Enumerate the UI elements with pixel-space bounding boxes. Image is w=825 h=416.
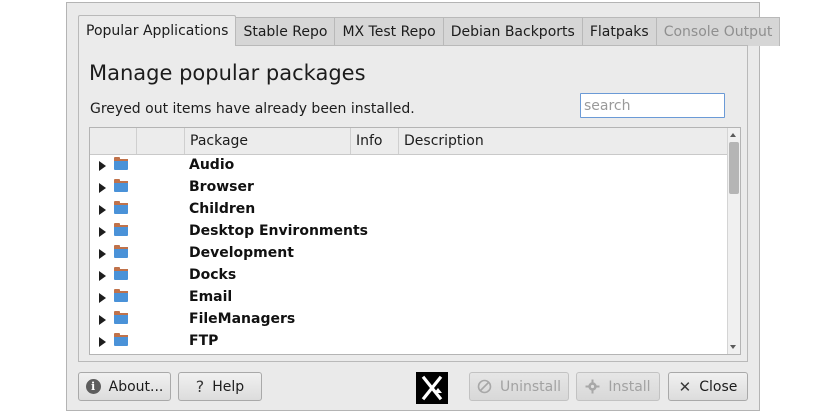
tree-row-docks[interactable]: Docks xyxy=(90,265,728,287)
folder-icon xyxy=(114,223,128,236)
folder-icon xyxy=(114,289,128,302)
help-label: Help xyxy=(212,378,245,395)
expand-arrow-icon[interactable] xyxy=(99,249,106,259)
scroll-up-icon[interactable] xyxy=(730,133,736,137)
tree-row-email[interactable]: Email xyxy=(90,287,728,309)
uninstall-icon xyxy=(477,379,492,394)
header-description[interactable]: Description xyxy=(399,128,728,154)
mx-logo-icon xyxy=(416,372,448,404)
uninstall-button[interactable]: Uninstall xyxy=(469,372,569,401)
tree-row-browser[interactable]: Browser xyxy=(90,177,728,199)
category-label: Email xyxy=(189,289,233,305)
close-label: Close xyxy=(699,378,738,395)
category-label: Audio xyxy=(189,157,235,173)
tab-flatpaks[interactable]: Flatpaks xyxy=(582,17,657,46)
vertical-scrollbar[interactable] xyxy=(727,128,740,354)
tree-row-ftp[interactable]: FTP xyxy=(90,331,728,353)
expand-arrow-icon[interactable] xyxy=(99,227,106,237)
expand-arrow-icon[interactable] xyxy=(99,161,106,171)
category-label: Desktop Environments xyxy=(189,223,368,239)
folder-icon xyxy=(114,311,128,324)
info-icon: i xyxy=(85,379,101,394)
about-label: About... xyxy=(108,378,164,395)
folder-icon xyxy=(114,245,128,258)
expand-arrow-icon[interactable] xyxy=(99,183,106,193)
category-label: Docks xyxy=(189,267,237,283)
tab-console-output: Console Output xyxy=(656,17,781,46)
tab-stable-repo[interactable]: Stable Repo xyxy=(236,17,336,46)
scroll-down-icon[interactable] xyxy=(730,345,736,349)
expand-arrow-icon[interactable] xyxy=(99,293,106,303)
install-button[interactable]: Install xyxy=(576,372,660,401)
folder-icon xyxy=(114,179,128,192)
installed-hint: Greyed out items have already been insta… xyxy=(90,101,415,117)
page-title: Manage popular packages xyxy=(89,61,366,85)
package-tree[interactable]: Package Info Description Audio Browser C… xyxy=(89,127,741,355)
header-icon-column[interactable] xyxy=(137,128,185,154)
about-button[interactable]: i About... xyxy=(78,372,171,401)
expand-arrow-icon[interactable] xyxy=(99,271,106,281)
scrollbar-thumb[interactable] xyxy=(729,142,739,194)
category-label: Children xyxy=(189,201,256,217)
tab-bar: Popular Applications Stable Repo MX Test… xyxy=(78,15,781,46)
tree-row-filemanagers[interactable]: FileManagers xyxy=(90,309,728,331)
tab-debian-backports[interactable]: Debian Backports xyxy=(443,17,583,46)
main-window: Popular Applications Stable Repo MX Test… xyxy=(66,2,781,411)
search-input[interactable] xyxy=(580,93,725,118)
category-label: Browser xyxy=(189,179,254,195)
install-label: Install xyxy=(608,378,651,395)
close-button[interactable]: ✕ Close xyxy=(668,372,748,401)
popular-apps-panel: Manage popular packages Greyed out items… xyxy=(78,45,748,362)
expand-arrow-icon[interactable] xyxy=(99,337,106,347)
folder-icon xyxy=(114,267,128,280)
tree-header: Package Info Description xyxy=(90,128,728,155)
tree-row-audio[interactable]: Audio xyxy=(90,155,728,177)
header-info[interactable]: Info xyxy=(351,128,399,154)
tree-row-desktop-environments[interactable]: Desktop Environments xyxy=(90,221,728,243)
category-label: Development xyxy=(189,245,294,261)
gear-icon xyxy=(585,379,600,394)
expand-arrow-icon[interactable] xyxy=(99,205,106,215)
help-button[interactable]: ? Help xyxy=(178,372,262,401)
tab-popular-applications[interactable]: Popular Applications xyxy=(78,15,237,46)
expand-arrow-icon[interactable] xyxy=(99,315,106,325)
folder-icon xyxy=(114,157,128,170)
tree-rows: Audio Browser Children Desktop Environme… xyxy=(90,155,728,353)
uninstall-label: Uninstall xyxy=(499,378,562,395)
close-icon: ✕ xyxy=(678,377,692,396)
header-expander-column[interactable] xyxy=(90,128,137,154)
folder-icon xyxy=(114,333,128,346)
tab-mx-test-repo[interactable]: MX Test Repo xyxy=(335,17,444,46)
help-icon: ? xyxy=(195,377,205,396)
header-package[interactable]: Package xyxy=(185,128,351,154)
folder-icon xyxy=(114,201,128,214)
tree-row-children[interactable]: Children xyxy=(90,199,728,221)
category-label: FTP xyxy=(189,333,219,349)
tree-row-development[interactable]: Development xyxy=(90,243,728,265)
category-label: FileManagers xyxy=(189,311,296,327)
